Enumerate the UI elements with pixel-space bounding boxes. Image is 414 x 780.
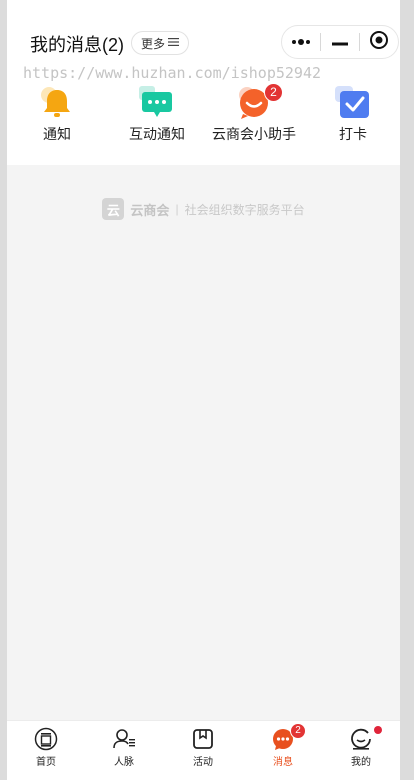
capsule-close-button[interactable]	[360, 26, 398, 58]
tab-contacts[interactable]: 人脉	[85, 721, 163, 780]
tab-label: 首页	[36, 757, 56, 768]
bookmark-icon	[191, 727, 215, 751]
category-label: 互动通知	[129, 126, 185, 142]
contacts-icon	[112, 727, 136, 751]
more-label: 更多	[140, 36, 165, 51]
tab-label: 人脉	[114, 757, 134, 768]
category-interaction[interactable]: 互动通知	[107, 84, 207, 144]
mini-program-capsule	[281, 25, 399, 59]
tab-activities[interactable]: 活动	[164, 721, 242, 780]
category-label: 云商会小助手	[212, 126, 296, 142]
category-notice[interactable]: 通知	[7, 84, 107, 144]
brand-slogan: 社会组织数字服务平台	[184, 202, 305, 217]
tab-messages[interactable]: 2 消息	[244, 721, 322, 780]
chat-bubble-icon	[137, 86, 177, 120]
profile-icon	[349, 727, 373, 751]
brand-separator: |	[175, 202, 179, 216]
check-icon	[333, 86, 373, 120]
watermark-text: https://www.huzhan.com/ishop52942	[23, 64, 322, 82]
brand-logo: 云	[102, 198, 125, 220]
notification-dot	[374, 726, 382, 734]
capsule-minimize-button[interactable]	[321, 26, 359, 58]
tab-label: 消息	[273, 757, 293, 768]
tab-home[interactable]: 首页	[7, 721, 85, 780]
message-categories: 通知 互动通知 2 云商会小助手 打卡	[7, 83, 400, 144]
minus-icon	[332, 33, 348, 51]
header: 我的消息(2) 更多 https://www.huzhan.com/ishop5…	[7, 0, 400, 165]
category-checkin[interactable]: 打卡	[303, 84, 400, 144]
tab-label: 我的	[351, 757, 371, 768]
page-title: 我的消息(2)	[30, 35, 124, 55]
tab-label: 活动	[193, 757, 213, 768]
app-frame: 我的消息(2) 更多 https://www.huzhan.com/ishop5…	[7, 0, 400, 780]
capsule-more-button[interactable]	[282, 26, 320, 58]
home-seal-icon	[34, 727, 58, 751]
bell-icon	[37, 86, 77, 120]
brand-footer: 云 云商会 | 社会组织数字服务平台	[7, 198, 400, 220]
unread-badge: 2	[264, 83, 283, 102]
brand-name: 云商会	[130, 202, 170, 218]
bottom-tab-bar: 首页 人脉 活动 2 消息 我的	[7, 720, 400, 780]
category-label: 通知	[43, 126, 71, 142]
unread-badge: 2	[290, 723, 306, 739]
category-label: 打卡	[339, 126, 367, 142]
dots-icon	[291, 33, 311, 51]
menu-lines-icon	[168, 36, 179, 50]
tab-profile[interactable]: 我的	[322, 721, 400, 780]
more-button[interactable]: 更多	[131, 31, 189, 55]
target-circle-icon	[369, 30, 389, 55]
category-assistant[interactable]: 2 云商会小助手	[204, 83, 304, 144]
